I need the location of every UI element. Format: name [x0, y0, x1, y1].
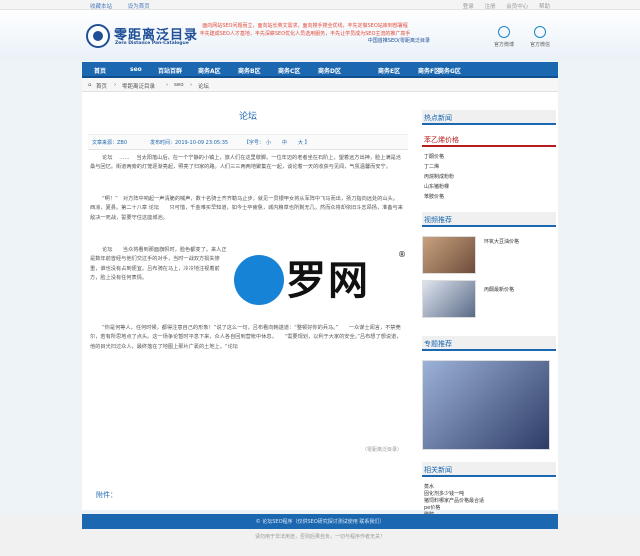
footer-disclaimer: 请勿用于非法用途，否则后果自负，一切与程序作者无关！	[254, 534, 385, 540]
list-item[interactable]: 丁二烯	[424, 162, 454, 172]
nav-baizhan[interactable]: 百站百群	[158, 66, 182, 75]
weibo-label: 官方微博	[494, 42, 515, 48]
list-item[interactable]: 山东猪粉棵	[424, 182, 454, 192]
home-icon: ⌂	[88, 82, 92, 88]
font-small-button[interactable]: 小	[266, 139, 271, 146]
footer-bar: © 论坛SEO程序（仅供SEO研究探讨测试使用 联系我们）	[82, 514, 558, 529]
topic-banner[interactable]	[422, 360, 550, 450]
weixin-icon	[534, 26, 546, 38]
nav-area-a[interactable]: 商务A区	[198, 66, 221, 75]
article-paragraph: “啊！” 对方阵中响起一声清脆的喊声，数十名骑士齐齐勒马止步，就见一员银甲女将从…	[90, 196, 406, 221]
list-item[interactable]: 丁酮价格	[424, 152, 454, 162]
slogan-line-1: 面向网站SEO问题而立，面向站长英文需求，面向搜手搜全优线，丰先定做SEO站库到…	[202, 23, 408, 29]
list-item[interactable]: 丙烷制成粉粉	[424, 172, 454, 182]
nav-area-e[interactable]: 商务E区	[378, 66, 400, 75]
spider-logo-icon	[234, 255, 284, 305]
article-date: 发布时间：2019-10-09 23:05:35	[150, 140, 229, 146]
topic-heading: 专题推荐	[422, 336, 556, 351]
crumb-seo[interactable]: seo	[174, 82, 184, 88]
crumb-catalog[interactable]: 零距离泛目录	[122, 82, 155, 90]
nav-seo[interactable]: seo	[130, 66, 142, 73]
site-header: 零距离泛目录 Zero Distance Pan-Catalogue 面向网站S…	[0, 10, 640, 60]
nav-home[interactable]: 首页	[94, 66, 106, 75]
video-caption[interactable]: 丙酮最新价格	[484, 286, 514, 293]
price-heading: 苯乙烯价格	[422, 132, 556, 147]
top-bar: 收藏本站 设为首页 登录 注册 会员中心 帮助	[0, 0, 640, 10]
article-paragraph: “你是何等人，任何时候，都得注意自己的形象！”说了这么一句，吕布看向韩遂道：“整…	[90, 325, 402, 350]
video-thumbnail[interactable]	[422, 236, 476, 274]
nav-area-c[interactable]: 商务C区	[278, 66, 300, 75]
header-slogan: 面向网站SEO问题而立，面向站长英文需求，面向搜手搜全优线，丰先定做SEO站库到…	[180, 23, 430, 46]
crumb-forum: 论坛	[198, 84, 210, 90]
nav-area-d[interactable]: 商务D区	[318, 66, 341, 75]
crumb-home[interactable]: 首页	[96, 82, 107, 90]
slogan-line-3: 中国首推SEO(零距离泛目录	[367, 38, 430, 44]
nav-area-b[interactable]: 商务B区	[238, 66, 261, 75]
article-source-note: （零距离泛目录）	[361, 447, 402, 453]
logo-icon[interactable]	[86, 24, 110, 48]
article-meta: 文章来源：ZB0 发布时间：2019-10-09 23:05:35 【字号： 小…	[88, 134, 408, 150]
article-paragraph: 论坛 当众将看到那面旗帜时，脸色都变了。来人正是数年前曾经与他们交过手的对手，当…	[90, 247, 227, 282]
luowang-watermark: 罗网 ®	[234, 248, 414, 318]
logo-subtitle: Zero Distance Pan-Catalogue	[115, 41, 189, 46]
weixin-link[interactable]: 官方微信	[530, 26, 550, 48]
list-item[interactable]: pe价格	[424, 505, 484, 512]
list-item[interactable]: 猪饲料哪家产品价格最合适	[424, 498, 484, 505]
watermark-text: 罗网	[286, 258, 370, 304]
article-title: 论坛	[238, 112, 257, 122]
related-heading: 相关新闻	[422, 462, 556, 477]
registered-mark: ®	[398, 250, 406, 259]
hot-news-heading: 热点新闻	[422, 110, 556, 125]
nav-area-f[interactable]: 商务F区	[418, 66, 440, 75]
article-source: 文章来源：ZB0	[92, 140, 128, 146]
font-large-button[interactable]: 大 】	[298, 139, 310, 146]
video-thumbnail[interactable]	[422, 280, 476, 318]
video-heading: 视频推荐	[422, 212, 556, 227]
breadcrumb: ⌂ 首页 › 零距离泛目录 › seo › 论坛	[82, 78, 558, 92]
list-item[interactable]: 苯胺价格	[424, 192, 454, 202]
weibo-link[interactable]: 官方微博	[494, 26, 514, 48]
slogan-line-2: 丰先建成SEO人才基地，丰先深耕SEO优化人员选用服务，丰先让学员成为SEO主流…	[199, 30, 411, 37]
font-medium-button[interactable]: 中	[282, 139, 287, 146]
list-item[interactable]: 固化剂多少钱一吨	[424, 491, 484, 498]
nav-area-g[interactable]: 商务G区	[438, 66, 461, 75]
video-caption[interactable]: 环氧大豆油价格	[484, 238, 519, 245]
price-list: 丁酮价格 丁二烯 丙烷制成粉粉 山东猪粉棵 苯胺价格	[424, 152, 454, 202]
list-item[interactable]: 蒸水	[424, 484, 484, 491]
attachment-label: 附件：	[96, 491, 117, 499]
weibo-icon	[498, 26, 510, 38]
main-nav: 首页 seo 百站百群 商务A区 商务B区 商务C区 商务D区 商务E区 商务F…	[82, 62, 558, 78]
article-paragraph: 论坛 …… 当太阳落山后，在一个宁静的小镇上，旅人们在这里歇脚。一位年迈的老者坐…	[90, 155, 401, 171]
font-size-label: 【字号：	[244, 140, 265, 146]
weixin-label: 官方微信	[530, 42, 551, 48]
